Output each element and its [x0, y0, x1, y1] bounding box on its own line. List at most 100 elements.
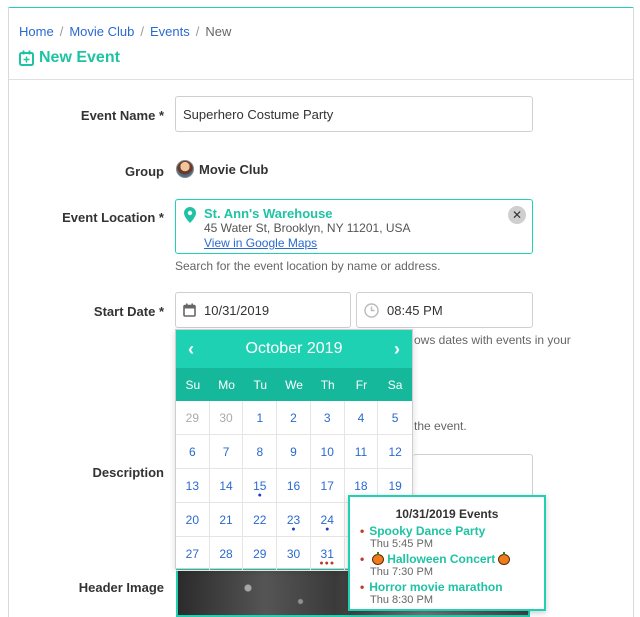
calendar-day[interactable]: 28 — [209, 537, 244, 571]
calendar-month-label[interactable]: October 2019 — [246, 340, 343, 358]
calendar-day-number: 30 — [286, 547, 301, 561]
calendar-day[interactable]: 13 — [176, 469, 210, 503]
day-events-popup: 10/31/2019 Events Spooky Dance Party Thu… — [348, 495, 546, 611]
location-help-text: Search for the event location by name or… — [175, 259, 441, 273]
group-label: Group — [125, 164, 164, 179]
calendar-day-number: 18 — [354, 479, 368, 493]
breadcrumb-separator: / — [195, 24, 200, 39]
event-name-text[interactable]: Horror movie marathon — [369, 580, 502, 594]
weekday-label: Mo — [218, 377, 235, 392]
event-name-text[interactable]: Halloween Concert — [387, 552, 495, 566]
breadcrumb-separator: / — [140, 24, 144, 39]
calendar-day-number: 24 — [320, 513, 334, 527]
calendar-day[interactable]: 17 — [310, 469, 345, 503]
calendar-day[interactable]: 30 — [277, 537, 311, 571]
header-divider — [9, 79, 633, 80]
calendar-day[interactable]: 30 — [209, 401, 244, 435]
calendar-day[interactable]: 20 — [176, 503, 210, 537]
page-title-text: New Event — [39, 49, 120, 66]
calendar-plus-icon — [19, 50, 34, 66]
calendar-day[interactable]: 2 — [277, 401, 311, 435]
start-date-value: 10/31/2019 — [204, 302, 270, 318]
calendar-day-number: 2 — [290, 411, 297, 425]
calendar-day-number: 7 — [222, 445, 230, 459]
event-location-label: Event Location * — [62, 210, 164, 225]
start-date-input[interactable]: 10/31/2019 — [175, 292, 351, 328]
calendar-day[interactable]: 24 ● — [310, 503, 345, 537]
calendar-day[interactable]: 27 — [176, 537, 210, 571]
weekday-label: Su — [185, 377, 201, 392]
calendar-day-number: 1 — [256, 411, 264, 425]
calendar-day-number: 29 — [185, 411, 200, 425]
description-editor[interactable] — [413, 454, 533, 498]
calendar-day[interactable]: 22 — [243, 503, 278, 537]
event-indicator-dots: ● — [257, 492, 262, 499]
calendar-day-number: 19 — [388, 479, 402, 493]
calendar-day[interactable]: 31 ●●● — [310, 537, 345, 571]
start-time-input[interactable]: 08:45 PM — [356, 292, 533, 328]
description-label: Description — [92, 465, 164, 480]
google-maps-link[interactable]: View in Google Maps — [204, 236, 317, 250]
event-item[interactable]: Halloween Concert Thu 7:30 PM — [360, 551, 534, 578]
weekday-label: Th — [320, 377, 335, 392]
calendar-day[interactable]: 15 ● — [243, 469, 278, 503]
calendar-day[interactable]: 29 — [176, 401, 210, 435]
start-date-label: Start Date * — [93, 304, 164, 319]
popup-title: 10/31/2019 Events — [395, 507, 499, 521]
breadcrumb-movie-club[interactable]: Movie Club — [69, 24, 134, 39]
calendar-day[interactable]: 16 — [277, 469, 311, 503]
breadcrumb: Home / Movie Club / Events / New — [19, 24, 231, 39]
event-name[interactable]: Halloween Concert — [360, 551, 534, 566]
event-name-label: Event Name * — [80, 108, 164, 123]
calendar-day[interactable]: 6 — [176, 435, 210, 469]
event-time: Thu 7:30 PM — [370, 566, 433, 578]
event-indicator-dots: ●●● — [319, 560, 336, 567]
calendar-day[interactable]: 5 — [378, 401, 412, 435]
calendar-day[interactable]: 14 — [209, 469, 244, 503]
breadcrumb-current: New — [205, 24, 232, 39]
event-name[interactable]: Spooky Dance Party — [360, 524, 534, 538]
calendar-day-number: 6 — [189, 445, 196, 459]
pumpkin-icon — [498, 551, 511, 565]
calendar-day-number: 8 — [256, 445, 264, 459]
calendar-day-number: 17 — [320, 479, 334, 493]
breadcrumb-home[interactable]: Home — [19, 24, 54, 39]
calendar-day[interactable]: 29 — [243, 537, 278, 571]
calendar-day[interactable]: 1 — [243, 401, 278, 435]
calendar-day-number: 23 — [286, 513, 301, 527]
calendar-day[interactable]: 10 — [310, 435, 345, 469]
calendar-day-number: 9 — [290, 445, 297, 459]
breadcrumb-events[interactable]: Events — [150, 24, 190, 39]
calendar-day-number: 31 — [320, 547, 334, 561]
calendar-day-number: 20 — [185, 513, 200, 527]
calendar-day-number: 29 — [253, 547, 267, 561]
event-item[interactable]: Horror movie marathon Thu 8:30 PM — [360, 580, 534, 606]
event-name-value: Superhero Costume Party — [183, 106, 334, 122]
event-indicator-dots: ● — [325, 526, 330, 533]
calendar-day[interactable]: 21 — [209, 503, 244, 537]
weekday-label: Fr — [355, 377, 368, 392]
next-month-button[interactable]: › — [394, 339, 400, 360]
calendar-day-number: 3 — [323, 411, 331, 425]
pumpkin-icon — [372, 551, 385, 565]
start-time-value: 08:45 PM — [387, 302, 443, 318]
event-name[interactable]: Horror movie marathon — [360, 580, 534, 594]
event-name-text[interactable]: Spooky Dance Party — [369, 524, 485, 538]
calendar-day[interactable]: 23 ● — [277, 503, 311, 537]
prev-month-button[interactable]: ‹ — [188, 339, 194, 360]
calendar-day[interactable]: 9 — [277, 435, 311, 469]
calendar-day[interactable]: 11 — [344, 435, 379, 469]
event-name-input[interactable]: Superhero Costume Party — [175, 96, 533, 132]
calendar-day-number: 10 — [320, 445, 334, 459]
calendar-day[interactable]: 3 — [310, 401, 345, 435]
event-item[interactable]: Spooky Dance Party Thu 5:45 PM — [360, 524, 534, 550]
map-pin-icon — [184, 207, 196, 223]
calendar-day[interactable]: 7 — [209, 435, 244, 469]
calendar-day[interactable]: 8 — [243, 435, 278, 469]
calendar-day[interactable]: 12 — [378, 435, 412, 469]
location-selection[interactable]: St. Ann's Warehouse 45 Water St, Brookly… — [175, 199, 533, 254]
weekday-label: We — [285, 377, 303, 392]
calendar-day[interactable]: 4 — [344, 401, 379, 435]
calendar-day-number: 16 — [286, 479, 301, 493]
clear-location-button[interactable]: ✕ — [508, 206, 526, 224]
